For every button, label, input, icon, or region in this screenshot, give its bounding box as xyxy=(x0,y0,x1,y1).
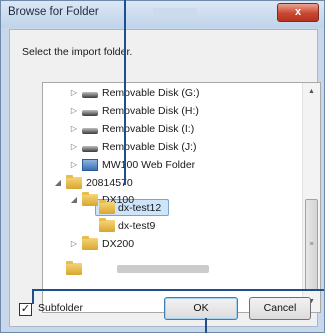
title-bar[interactable]: Browse for Folder x xyxy=(1,1,324,28)
close-icon: x xyxy=(294,6,302,18)
tree-item-label: DX200 xyxy=(102,238,135,250)
callout-line-to-folder xyxy=(124,0,126,185)
dialog-body: Select the import folder. ▷ Removable Di… xyxy=(9,29,321,327)
expand-arrow-icon[interactable]: ▷ xyxy=(69,236,79,252)
collapse-arrow-icon[interactable]: ◢ xyxy=(69,192,79,208)
cancel-button[interactable]: Cancel xyxy=(249,297,311,320)
background-window-ghost xyxy=(153,8,197,19)
folder-icon xyxy=(66,175,82,189)
dialog-title: Browse for Folder xyxy=(8,6,99,18)
tree-item-label: Removable Disk (H:) xyxy=(102,105,199,117)
expand-arrow-icon[interactable]: ▷ xyxy=(69,121,79,137)
callout-line-to-ok xyxy=(205,318,207,333)
drive-icon xyxy=(82,146,98,152)
tree-item-label: Removable Disk (J:) xyxy=(102,141,197,153)
drive-icon xyxy=(82,110,98,116)
collapse-arrow-icon[interactable]: ◢ xyxy=(53,175,63,191)
folder-icon xyxy=(82,192,98,206)
drive-icon xyxy=(82,92,98,98)
browse-for-folder-dialog: Browse for Folder x Select the import fo… xyxy=(0,0,325,333)
tree-item-label: Removable Disk (I:) xyxy=(102,123,195,135)
expand-arrow-icon[interactable]: ▷ xyxy=(69,157,79,173)
scroll-thumb[interactable]: ≡ xyxy=(305,199,318,291)
expand-arrow-icon[interactable]: ▷ xyxy=(69,139,79,155)
expand-arrow-icon[interactable]: ▷ xyxy=(69,85,79,101)
folder-icon xyxy=(99,200,115,214)
folder-icon xyxy=(99,218,115,232)
tree-item-label: dx-test9 xyxy=(118,220,156,232)
drive-icon xyxy=(82,128,98,134)
web-folder-icon xyxy=(82,159,98,171)
folder-icon xyxy=(82,236,98,250)
obscured-label xyxy=(117,265,209,273)
close-button[interactable]: x xyxy=(277,3,319,22)
folder-icon xyxy=(66,261,82,275)
vertical-scrollbar[interactable]: ▲ ≡ ▼ xyxy=(302,83,320,312)
folder-tree[interactable]: ▷ Removable Disk (G:) ▷ Removable Disk (… xyxy=(42,82,321,313)
expand-arrow-icon[interactable]: ▷ xyxy=(69,103,79,119)
subfolder-label[interactable]: Subfolder xyxy=(38,302,83,314)
tree-item-label: Removable Disk (G:) xyxy=(102,87,200,99)
ok-button[interactable]: OK xyxy=(164,297,238,320)
tree-item-label: MW100 Web Folder xyxy=(102,159,196,171)
tree-item-label: dx-test12 xyxy=(118,202,162,214)
scroll-up-icon[interactable]: ▲ xyxy=(305,84,318,100)
subfolder-checkbox[interactable]: ✓ xyxy=(19,303,32,316)
callout-bracket-top xyxy=(32,289,324,291)
instruction-text: Select the import folder. xyxy=(22,46,133,58)
callout-line-to-subfolder xyxy=(32,290,34,304)
